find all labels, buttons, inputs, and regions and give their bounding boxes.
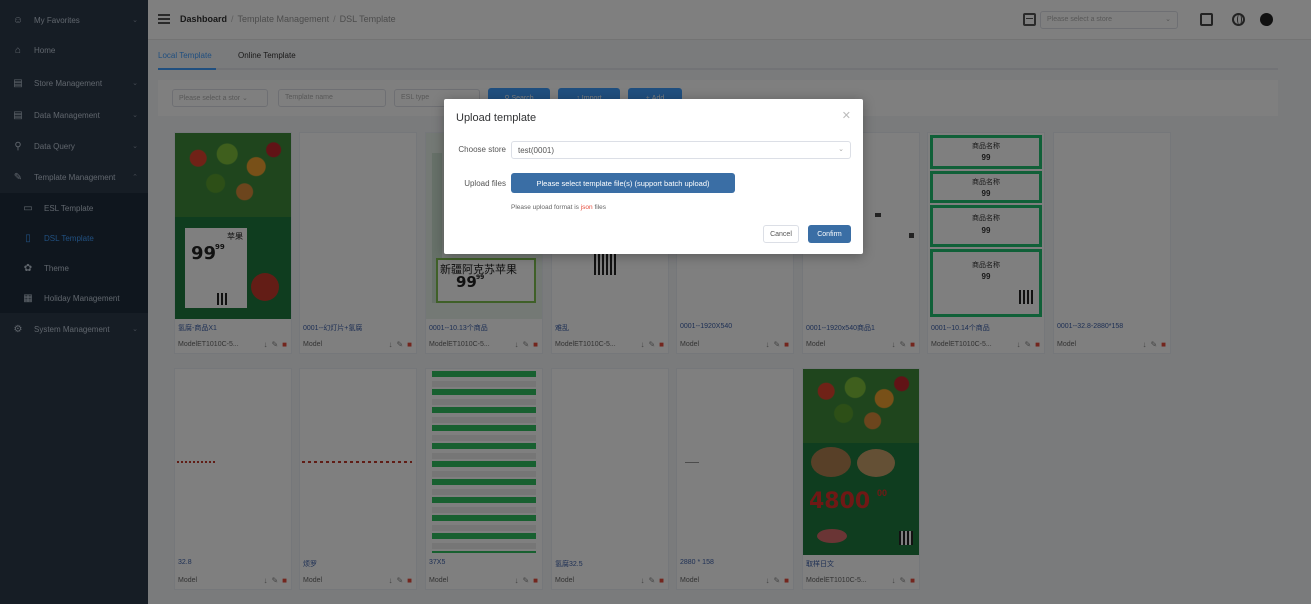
modal-overlay[interactable] [0,0,1311,604]
choose-store-value: test(0001) [518,146,555,155]
dialog-title: Upload template [456,112,537,124]
cancel-button[interactable]: Cancel [763,225,799,243]
hint-format: json [580,204,593,211]
upload-template-dialog: Upload template ✕ Choose store test(0001… [444,99,863,254]
upload-files-label: Upload files [464,179,506,188]
hint-suffix: files [592,204,607,211]
select-template-files-button[interactable]: Please select template file(s) (support … [511,173,735,193]
upload-format-hint: Please upload format is json files [511,204,606,211]
chevron-down-icon: ⌄ [838,146,844,153]
confirm-button[interactable]: Confirm [808,225,851,243]
choose-store-label: Choose store [458,145,506,154]
hint-prefix: Please upload format is [511,204,581,211]
close-icon[interactable]: ✕ [842,109,851,122]
choose-store-select[interactable]: test(0001) ⌄ [511,141,851,159]
